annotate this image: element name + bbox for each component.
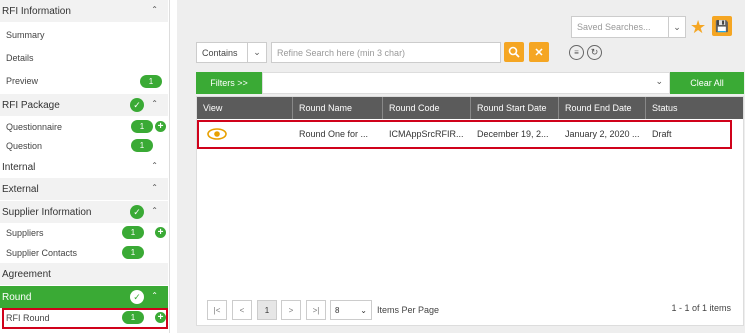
table-header: View Round Name Round Code Round Start D… — [197, 97, 743, 119]
search-placeholder: Refine Search here (min 3 char) — [277, 47, 406, 58]
sidebar: RFI Information ⌃ Summary Details Previe… — [0, 0, 170, 333]
section-supplier-information[interactable]: Supplier Information ✓ ⌃ — [0, 201, 168, 223]
chevron-down-icon[interactable]: ⌄ — [655, 76, 663, 87]
chevron-up-icon[interactable]: ⌃ — [151, 99, 158, 108]
contains-label: Contains — [202, 47, 238, 58]
count-badge: 1 — [131, 139, 153, 152]
section-label: Agreement — [2, 268, 51, 280]
count-badge: 1 — [140, 75, 162, 88]
row-highlight-box — [197, 120, 732, 149]
chevron-down-icon[interactable]: ⌄ — [668, 16, 686, 38]
count-badge: 1 — [131, 120, 153, 133]
sidebar-item-question[interactable]: Question 1 — [0, 135, 168, 157]
column-header[interactable]: Round End Date — [559, 97, 646, 119]
contains-select[interactable]: Contains — [196, 42, 248, 63]
clear-all-label: Clear All — [690, 78, 724, 88]
page-number[interactable]: 1 — [257, 300, 277, 320]
next-page-button[interactable]: > — [281, 300, 301, 320]
sidebar-item-label: Suppliers — [6, 228, 44, 238]
refresh-icon[interactable]: ↻ — [587, 45, 602, 60]
sidebar-item-label: Questionnaire — [6, 122, 63, 132]
chevron-down-icon: ⌄ — [360, 305, 367, 315]
add-icon[interactable]: + — [155, 227, 166, 238]
section-agreement[interactable]: Agreement — [0, 263, 168, 285]
check-icon: ✓ — [130, 290, 144, 304]
chevron-up-icon[interactable]: ⌃ — [151, 5, 158, 14]
section-label: RFI Information — [2, 5, 71, 17]
add-icon[interactable]: + — [155, 121, 166, 132]
search-button[interactable] — [504, 42, 524, 62]
count-badge: 1 — [122, 246, 144, 259]
column-header[interactable]: Round Code — [383, 97, 471, 119]
per-page-select[interactable]: 8 ⌄ — [330, 300, 372, 320]
saved-searches-select[interactable]: Saved Searches... — [571, 16, 669, 38]
pagination-bar: |< < 1 > >| 8 ⌄ Items Per Page 1 - 1 of … — [196, 292, 744, 326]
search-icon — [508, 46, 520, 58]
sidebar-item-label: Preview — [6, 76, 39, 86]
sidebar-item-preview[interactable]: Preview 1 — [0, 70, 168, 92]
sidebar-item-label: Summary — [6, 30, 45, 40]
section-label: Round — [2, 291, 32, 303]
filter-bar[interactable]: ⌄ — [262, 72, 670, 94]
section-rfi-information[interactable]: RFI Information ⌃ — [0, 0, 168, 22]
pager-summary: 1 - 1 of 1 items — [671, 303, 731, 313]
save-icon[interactable]: 💾 — [712, 16, 732, 36]
section-internal[interactable]: Internal ⌃ — [0, 156, 168, 178]
column-header[interactable]: Status — [646, 97, 743, 119]
chevron-up-icon[interactable]: ⌃ — [151, 206, 158, 215]
section-external[interactable]: External ⌃ — [0, 178, 168, 200]
count-badge: 1 — [122, 226, 144, 239]
saved-searches-placeholder: Saved Searches... — [577, 22, 651, 32]
filters-label: Filters >> — [210, 78, 248, 88]
section-label: External — [2, 183, 39, 195]
highlight-box — [2, 308, 168, 329]
section-round[interactable]: Round ✓ ⌃ — [0, 286, 168, 308]
section-label: Supplier Information — [2, 206, 92, 218]
main-panel: Saved Searches... ⌄ ★ 💾 Contains ⌄ Refin… — [177, 0, 745, 333]
check-icon: ✓ — [130, 98, 144, 112]
sidebar-item-label: Details — [6, 53, 34, 63]
column-header[interactable]: View — [197, 97, 293, 119]
last-page-button[interactable]: >| — [306, 300, 326, 320]
clear-all-button[interactable]: Clear All — [670, 72, 744, 94]
filters-button[interactable]: Filters >> — [196, 72, 262, 94]
chevron-up-icon[interactable]: ⌃ — [151, 161, 158, 170]
sidebar-item-details[interactable]: Details — [0, 47, 168, 69]
sidebar-item-label: Question — [6, 141, 43, 151]
chevron-down-icon[interactable]: ⌄ — [247, 42, 267, 63]
clear-search-button[interactable]: ✕ — [529, 42, 549, 62]
column-header[interactable]: Round Name — [293, 97, 383, 119]
section-rfi-package[interactable]: RFI Package ✓ ⌃ — [0, 94, 168, 116]
prev-page-button[interactable]: < — [232, 300, 252, 320]
chevron-up-icon[interactable]: ⌃ — [151, 183, 158, 192]
items-per-page-label: Items Per Page — [377, 305, 440, 315]
sidebar-item-suppliers[interactable]: Suppliers 1 + — [0, 222, 168, 244]
column-header[interactable]: Round Start Date — [471, 97, 559, 119]
section-label: RFI Package — [2, 99, 60, 111]
section-label: Internal — [2, 161, 36, 173]
check-icon: ✓ — [130, 205, 144, 219]
list-icon[interactable]: ≡ — [569, 45, 584, 60]
per-page-value: 8 — [335, 305, 340, 315]
star-icon[interactable]: ★ — [690, 17, 706, 38]
sidebar-item-summary[interactable]: Summary — [0, 24, 168, 46]
first-page-button[interactable]: |< — [207, 300, 227, 320]
chevron-up-icon[interactable]: ⌃ — [151, 291, 158, 300]
sidebar-item-label: Supplier Contacts — [6, 248, 78, 258]
sidebar-item-supplier-contacts[interactable]: Supplier Contacts 1 — [0, 242, 168, 264]
rounds-table: View Round Name Round Code Round Start D… — [196, 96, 744, 293]
search-input[interactable]: Refine Search here (min 3 char) — [271, 42, 501, 63]
